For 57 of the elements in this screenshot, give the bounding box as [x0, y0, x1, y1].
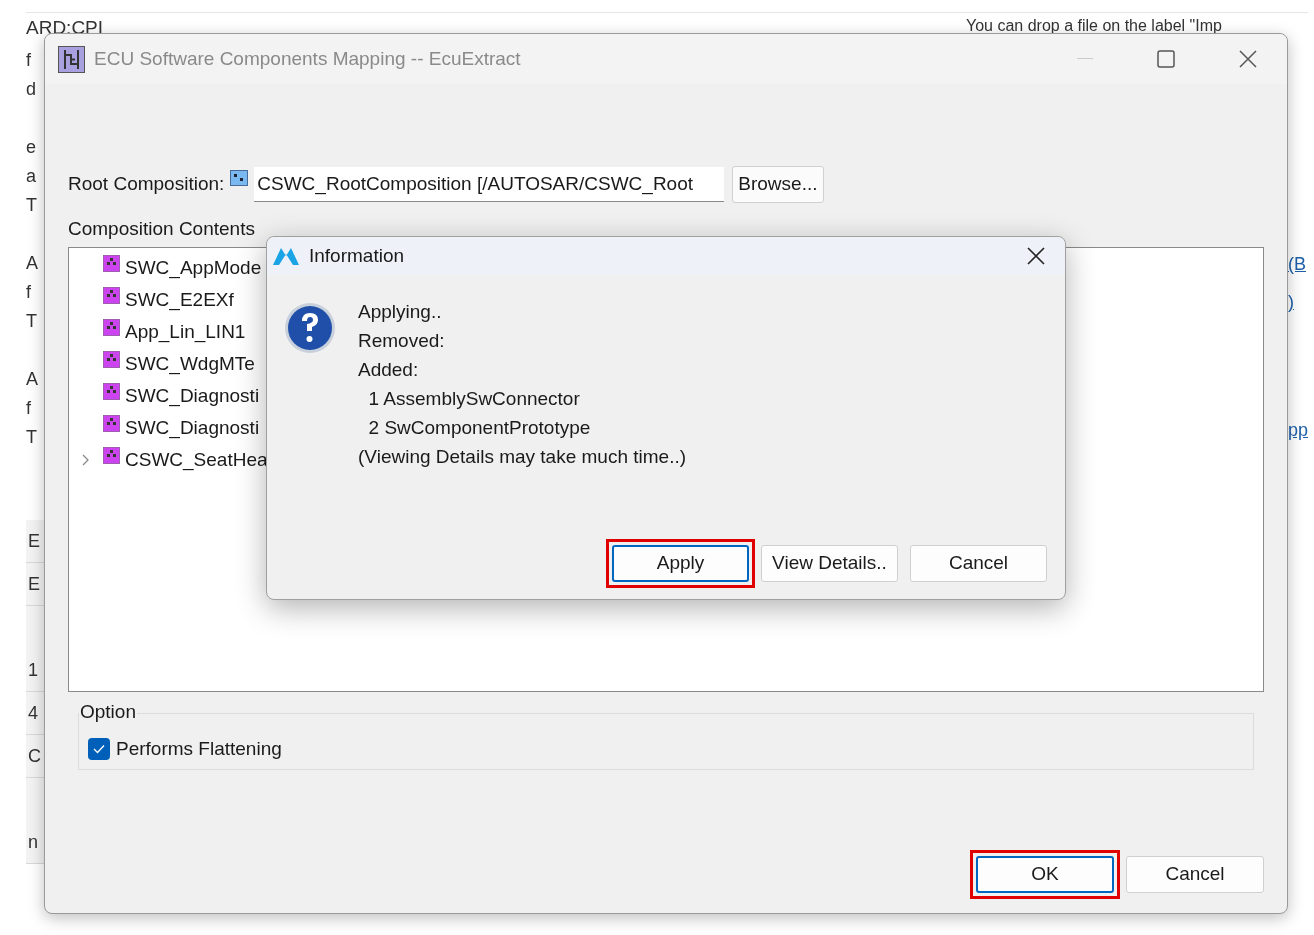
window-title: ECU Software Components Mapping -- EcuExtract — [94, 46, 521, 71]
component-icon — [103, 447, 120, 464]
component-icon — [103, 351, 120, 368]
background-text: T — [26, 194, 38, 217]
background-text: f — [26, 49, 32, 72]
dialog-button[interactable]: Cancel — [1126, 856, 1264, 893]
tree-item[interactable]: SWC_Diagnosti — [125, 381, 260, 411]
tree-item[interactable]: CSWC_SeatHea — [125, 445, 268, 475]
close-icon[interactable] — [1027, 247, 1045, 265]
component-icon — [103, 319, 120, 336]
message-line: 1 AssemblySwConnector — [367, 387, 581, 411]
background-link[interactable]: (B — [1288, 250, 1314, 278]
message-line: Added: — [358, 358, 420, 382]
component-icon — [103, 383, 120, 400]
dialog-title: Information — [309, 243, 405, 268]
background-text: f — [26, 397, 32, 420]
dialog-button[interactable]: Apply — [612, 545, 749, 582]
dialog-button[interactable]: View Details.. — [761, 545, 898, 582]
question-icon — [284, 302, 336, 354]
background-text: f — [26, 281, 32, 304]
tree-item[interactable]: App_Lin_LIN1 — [125, 317, 246, 347]
background-text: e — [26, 136, 37, 159]
dialog-button[interactable]: Cancel — [910, 545, 1047, 582]
background-text: You can drop a file on the label "Imp — [966, 18, 1222, 34]
field-label: Root Composition: — [68, 172, 225, 197]
background-text: T — [26, 310, 38, 333]
tree-item[interactable]: SWC_WdgMTe — [125, 349, 255, 379]
section-label: Composition Contents — [68, 217, 256, 241]
component-icon — [103, 415, 120, 432]
background-text: a — [26, 165, 37, 188]
message-line: Removed: — [358, 329, 446, 353]
check-icon — [93, 743, 105, 754]
message-line: 2 SwComponentPrototype — [367, 416, 592, 440]
window-icon — [58, 45, 85, 73]
checkbox-label: Performs Flattening — [116, 736, 282, 761]
background-link[interactable]: pp — [1288, 416, 1314, 444]
background-text: T — [26, 426, 38, 449]
app-logo-icon — [272, 246, 300, 266]
root-composition-field[interactable]: CSWC_RootComposition [/AUTOSAR/CSWC_Root — [254, 167, 725, 202]
background-text: A — [26, 252, 39, 275]
message-line: (Viewing Details may take much time..) — [358, 445, 687, 469]
background-text: A — [26, 368, 39, 391]
composition-icon — [230, 170, 249, 186]
tree-item[interactable]: SWC_E2EXf — [125, 285, 234, 315]
component-icon — [103, 287, 120, 304]
browse-button[interactable]: Browse... — [732, 166, 824, 203]
background-text: d — [26, 78, 37, 101]
checkbox[interactable] — [88, 737, 110, 760]
tree-item[interactable]: SWC_AppMode — [125, 253, 262, 283]
tree-item[interactable]: SWC_Diagnosti — [125, 413, 260, 443]
maximize-icon[interactable] — [1157, 50, 1175, 68]
background-link[interactable]: ) — [1288, 288, 1314, 316]
message-line: Applying.. — [358, 300, 443, 324]
dialog-button[interactable]: OK — [976, 856, 1114, 893]
expand-chevron-icon[interactable] — [82, 454, 90, 466]
close-icon[interactable] — [1239, 50, 1257, 68]
component-icon — [103, 255, 120, 272]
